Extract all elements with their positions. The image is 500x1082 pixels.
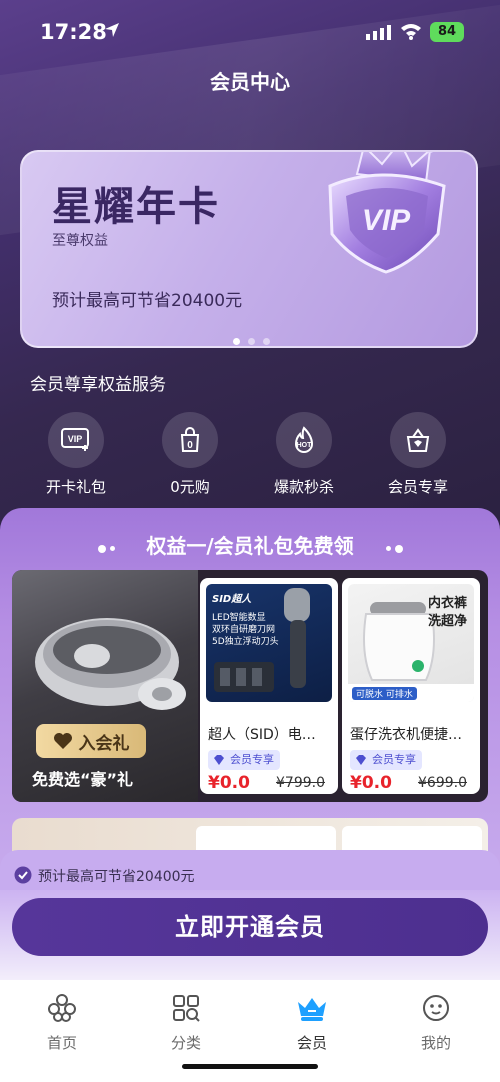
product-price: ¥0.0 [350,773,392,793]
gift-products-panel: 入会礼 免费选“豪”礼 SID超人 LED智能数显 双环自研磨刀网 5D独立浮动… [12,570,488,802]
svg-text:VIP: VIP [362,204,411,237]
product-price: ¥0.0 [208,773,250,793]
svg-text:HOT: HOT [297,442,313,449]
savings-note: 预计最高可节省20400元 [38,869,195,885]
product-original-price: ¥699.0 [418,775,467,791]
svg-text:0: 0 [187,440,193,451]
profile-icon [423,995,449,1021]
product-card-shaver[interactable]: SID超人 LED智能数显 双环自研磨刀网 5D独立浮动刀头 超人（SID）电… [200,578,338,794]
gift-section-title: 权益一/会员礼包免费领 [146,534,354,558]
member-center-page: 17:28 84 会员中心 星耀年卡 至尊权益 预计最高可节省20400元 VI… [0,0,500,1082]
service-label: 开卡礼包 [45,478,106,496]
tab-profile[interactable]: 我的 [396,992,476,1053]
vip-gift-icon: VIP [61,428,89,451]
service-label: 会员专享 [387,478,448,496]
product-image-shaver: SID超人 LED智能数显 双环自研磨刀网 5D独立浮动刀头 [206,584,332,702]
tab-label: 我的 [420,1034,451,1052]
service-label: 爆款秒杀 [273,478,334,496]
location-arrow-icon [105,23,119,37]
earbuds-image [35,618,186,710]
member-exclusive-tag: 会员专享 [208,750,280,770]
check-circle-icon [14,866,32,884]
service-member-exclusive[interactable]: 会员专享 [368,412,468,497]
product-name: 超人（SID）电… [208,727,316,743]
battery-indicator: 84 [430,22,464,42]
membership-card[interactable]: 星耀年卡 至尊权益 预计最高可节省20400元 VIP [20,150,478,348]
gift-section: 权益一/会员礼包免费领 入会礼 免费选“豪”礼 SID超人 LED智能数显 双环… [0,508,500,908]
carousel-dots [22,330,476,346]
status-time: 17:28 [40,20,107,44]
category-icon [173,995,200,1022]
tab-member[interactable]: 会员 [272,992,352,1053]
open-membership-button[interactable]: 立即开通会员 [12,898,488,956]
service-label: 0元购 [170,478,210,496]
zero-purchase-icon: 0 [180,427,200,452]
service-zero-purchase[interactable]: 0 0元购 [140,412,240,497]
heart-icon [53,733,72,749]
decor-dots-right [384,538,405,557]
hot-flash-sale-icon: HOT [294,426,314,453]
svg-text:VIP: VIP [68,434,83,444]
product-name: 蛋仔洗衣机便捷… [350,727,462,743]
services-row: VIP 开卡礼包 0 0元购 HOT 爆款秒杀 会员专享 [26,412,474,502]
tab-label: 会员 [296,1034,327,1052]
tab-category[interactable]: 分类 [146,992,226,1053]
member-exclusive-icon [406,428,430,452]
home-indicator [182,1064,318,1069]
service-open-card-gift[interactable]: VIP 开卡礼包 [26,412,126,497]
join-gift-badge: 入会礼 [36,724,146,758]
cellular-signal-icon [366,25,391,40]
diamond-icon [356,755,366,765]
product-image-washer: 内衣裤 洗超净 可脱水 可排水 [348,584,474,702]
tab-label: 分类 [170,1034,201,1052]
service-flash-sale[interactable]: HOT 爆款秒杀 [254,412,354,497]
product-card-washer[interactable]: 内衣裤 洗超净 可脱水 可排水 蛋仔洗衣机便捷… 会员专享 ¥0.0 ¥699.… [342,578,480,794]
status-bar: 17:28 84 [0,0,500,62]
wifi-icon [401,24,421,40]
card-subtitle: 至尊权益 [52,233,108,249]
home-icon [48,994,76,1022]
product-original-price: ¥799.0 [276,775,325,791]
services-heading: 会员尊享权益服务 [30,375,166,395]
member-exclusive-tag: 会员专享 [350,750,422,770]
tab-label: 首页 [46,1034,77,1052]
member-crown-icon [298,998,326,1021]
promo-text: 免费选“豪”礼 [32,770,134,789]
card-savings: 预计最高可节省20400元 [52,291,243,311]
promo-banner[interactable]: 入会礼 免费选“豪”礼 [12,570,198,802]
tab-home[interactable]: 首页 [22,992,102,1053]
card-title: 星耀年卡 [52,184,220,230]
page-title: 会员中心 [210,70,290,94]
diamond-icon [214,755,224,765]
vip-crown-shield-icon: VIP [328,152,446,274]
